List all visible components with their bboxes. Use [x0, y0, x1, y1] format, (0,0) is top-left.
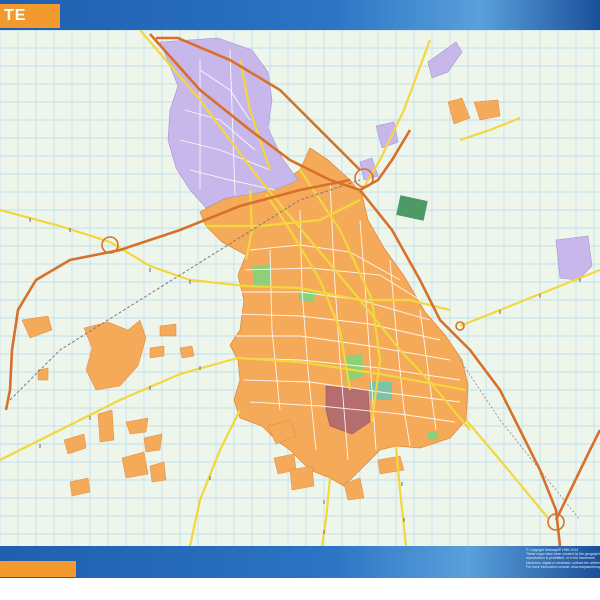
header-bar	[0, 0, 600, 30]
park-small-east	[428, 432, 438, 440]
page-margin	[0, 578, 600, 600]
footer-accent	[0, 561, 76, 577]
map-poster: TE © Copyright Netmaps® 1989-2014 These …	[0, 0, 600, 600]
footer-bar	[0, 546, 600, 578]
city-map	[0, 30, 600, 546]
copyright-line: For more information consult: www.mapasn…	[526, 564, 600, 569]
park-west	[252, 264, 272, 286]
map-title: TE	[4, 7, 27, 24]
copyright-line: reproduction is prohibited, or in the fr…	[526, 556, 595, 561]
copyright-notice: © Copyright Netmaps® 1989-2014 These map…	[526, 548, 600, 578]
